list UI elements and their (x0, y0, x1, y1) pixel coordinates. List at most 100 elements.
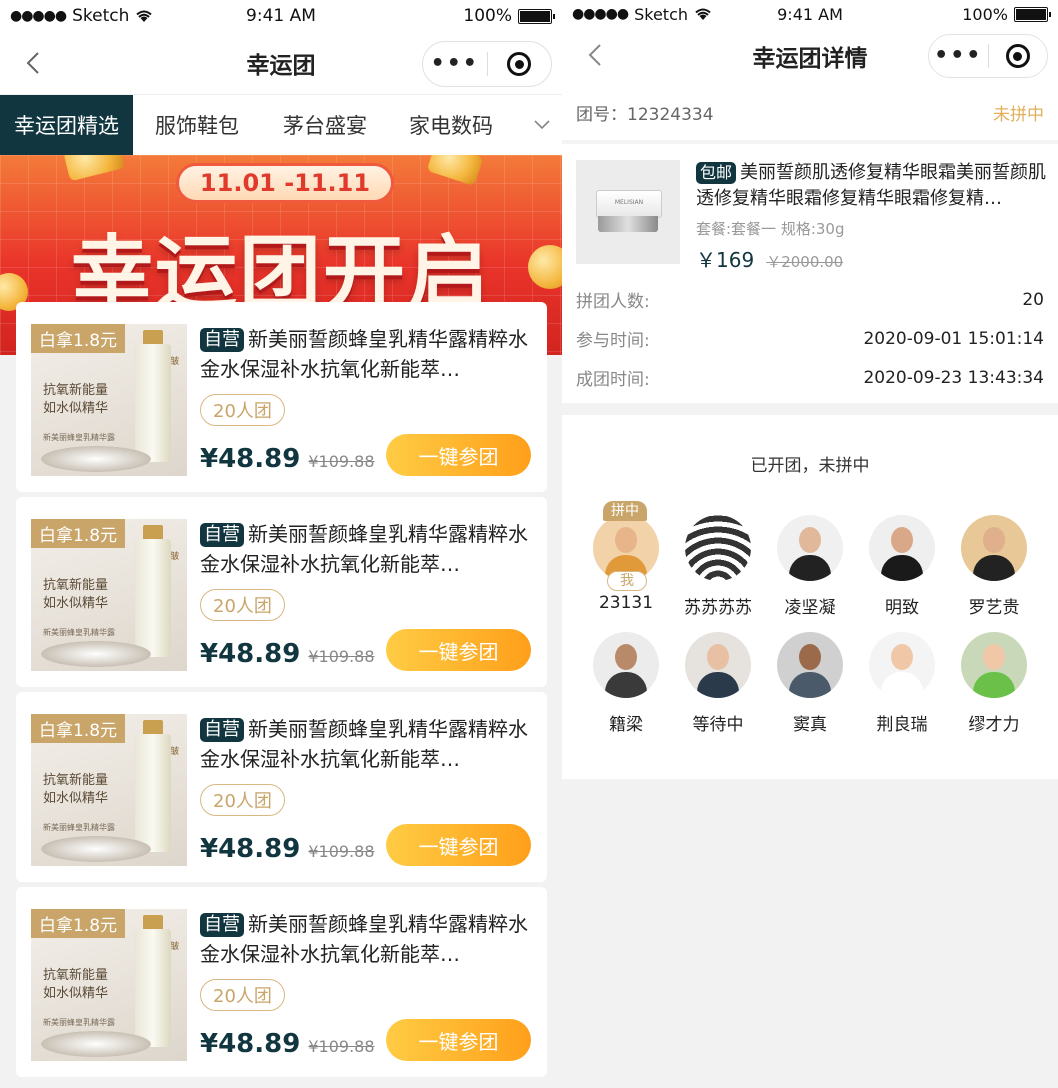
avatar-body (973, 555, 1015, 581)
original-price: ¥109.88 (308, 452, 375, 471)
splash (41, 446, 151, 472)
product-card[interactable]: 白拿1.8元 专业抗皱 抗氧新能量如水似精华 新美丽蜂皇乳精华露 自营新美丽誓颜… (16, 302, 547, 492)
original-price: ￥2000.00 (766, 253, 844, 271)
product-list: 白拿1.8元 专业抗皱 抗氧新能量如水似精华 新美丽蜂皇乳精华露 自营新美丽誓颜… (16, 302, 547, 1082)
group-status: 未拼中 (993, 104, 1044, 125)
member-item[interactable]: 凌坚凝 (764, 515, 856, 618)
free-shipping-tag: 包邮 (696, 162, 737, 184)
group-size-pill: 20人团 (200, 784, 285, 816)
more-icon[interactable]: ••• (423, 53, 487, 75)
join-group-button[interactable]: 一键参团 (386, 1019, 531, 1061)
current-price: ¥48.89 (200, 444, 301, 474)
product-title[interactable]: 自营 新美丽誓颜蜂皇乳精华露精粹水金水保湿补水抗氧化新能萃… (200, 909, 530, 969)
avatar[interactable] (777, 515, 843, 581)
product-card[interactable]: 白拿1.8元 专业抗皱 抗氧新能量如水似精华 新美丽蜂皇乳精华露 自营新美丽誓颜… (16, 497, 547, 687)
right-screen: ●●●●● Sketch 9:41 AM 100% 幸运团详情 ••• 团号：1… (562, 0, 1058, 1088)
product-card[interactable]: 白拿1.8元 专业抗皱 抗氧新能量如水似精华 新美丽蜂皇乳精华露 自营新美丽誓颜… (16, 692, 547, 882)
clock: 9:41 AM (777, 4, 843, 24)
avatar-container: 拼中我 (593, 501, 659, 591)
join-group-button[interactable]: 一键参团 (386, 824, 531, 866)
battery-icon (518, 8, 555, 24)
avatar[interactable] (961, 515, 1027, 581)
member-name: 窦真 (793, 715, 827, 735)
winner-tag: 拼中 (603, 501, 647, 521)
price-block: ¥48.89 ¥109.88 (200, 639, 375, 669)
avatar-body (789, 672, 831, 698)
close-program-icon[interactable] (488, 52, 552, 76)
avatar[interactable] (777, 632, 843, 698)
avatar-body (697, 672, 739, 698)
more-icon[interactable]: ••• (929, 45, 988, 67)
avatar[interactable] (685, 632, 751, 698)
avatar-head (799, 527, 821, 553)
member-item[interactable]: 荆良瑞 (856, 632, 948, 735)
member-item[interactable]: 罗艺贵 (948, 515, 1040, 618)
avatar-container (685, 632, 751, 698)
bottle (135, 539, 171, 657)
avatar-body (789, 555, 831, 581)
member-name: 籍梁 (609, 715, 643, 735)
avatar-head (891, 527, 913, 553)
detail-row: 成团时间: 2020-09-23 13:43:34 (562, 358, 1058, 397)
avatar[interactable] (961, 632, 1027, 698)
avatar-head (707, 644, 729, 670)
clock: 9:41 AM (246, 6, 316, 26)
detail-label: 拼团人数: (576, 292, 650, 312)
avatar[interactable] (869, 632, 935, 698)
status-bar: ●●●●● Sketch 9:41 AM 100% (0, 0, 562, 32)
product-title[interactable]: 自营 新美丽誓颜蜂皇乳精华露精粹水金水保湿补水抗氧化新能萃… (200, 714, 530, 774)
tab-moutai[interactable]: 茅台盛宴 (261, 95, 389, 155)
member-name: 罗艺贵 (968, 598, 1020, 618)
member-item[interactable]: 苏苏苏苏 (672, 515, 764, 618)
product-image: 白拿1.8元 专业抗皱 抗氧新能量如水似精华 新美丽蜂皇乳精华露 (31, 324, 187, 476)
avatar-container (593, 632, 659, 698)
nav-bar: 幸运团详情 ••• (562, 28, 1058, 84)
self-operated-tag: 自营 (200, 913, 244, 937)
self-operated-tag: 自营 (200, 718, 244, 742)
back-icon[interactable] (22, 50, 44, 76)
tab-electronics[interactable]: 家电数码 (389, 95, 513, 155)
close-program-icon[interactable] (989, 44, 1048, 68)
cashback-badge: 白拿1.8元 (31, 519, 126, 548)
product-summary[interactable]: MELISIAN 包邮 美丽誓颜肌透修复精华眼霜美丽誓颜肌透修复精华眼霜修复精华眼… (562, 140, 1058, 274)
image-text: 抗氧新能量 如水似精华 (43, 968, 109, 1001)
group-size-pill: 20人团 (200, 394, 285, 426)
member-item[interactable]: 籍梁 (580, 632, 672, 735)
status-bar: ●●●●● Sketch 9:41 AM 100% (562, 0, 1058, 28)
product-card[interactable]: 白拿1.8元 专业抗皱 抗氧新能量如水似精华 新美丽蜂皇乳精华露 自营新美丽誓颜… (16, 887, 547, 1077)
avatar[interactable] (685, 515, 751, 581)
group-number: 团号：12324334 (576, 104, 714, 125)
avatar-container (961, 515, 1027, 581)
member-item[interactable]: 等待中 (672, 632, 764, 735)
tab-lucky-picks[interactable]: 幸运团精选 (0, 95, 133, 155)
avatar-head (615, 527, 637, 553)
page-title: 幸运团 (246, 53, 316, 79)
group-info-row: 团号：12324334 未拼中 (562, 84, 1058, 140)
mini-program-capsule: ••• (928, 34, 1048, 78)
self-operated-tag: 自营 (200, 523, 244, 547)
member-item[interactable]: 窦真 (764, 632, 856, 735)
product-title[interactable]: 自营 新美丽誓颜蜂皇乳精华露精粹水金水保湿补水抗氧化新能萃… (200, 519, 530, 579)
signal-icon: ●●●●● (572, 6, 629, 22)
battery-icon (1014, 6, 1051, 22)
avatar-head (983, 527, 1005, 553)
members-panel: 已开团，未拼中 拼中我 23131 苏苏苏苏 凌坚凝 明致 罗艺贵 籍梁 等待中 窦真 荆良瑞 缪才… (562, 415, 1058, 779)
tab-clothing[interactable]: 服饰鞋包 (133, 95, 261, 155)
product-spec: 套餐:套餐一 规格:30g (696, 220, 845, 238)
avatar[interactable] (593, 632, 659, 698)
chevron-down-icon[interactable] (522, 120, 562, 130)
detail-label: 参与时间: (576, 331, 650, 351)
avatar-container (777, 632, 843, 698)
member-item[interactable]: 缪才力 (948, 632, 1040, 735)
product-image: 白拿1.8元 专业抗皱 抗氧新能量如水似精华 新美丽蜂皇乳精华露 (31, 519, 187, 671)
current-price: ¥48.89 (200, 639, 301, 669)
join-group-button[interactable]: 一键参团 (386, 629, 531, 671)
member-item[interactable]: 拼中我 23131 (580, 501, 672, 618)
back-icon[interactable] (584, 42, 606, 68)
avatar[interactable] (869, 515, 935, 581)
product-title[interactable]: 自营 新美丽誓颜蜂皇乳精华露精粹水金水保湿补水抗氧化新能萃… (200, 324, 530, 384)
avatar-head (799, 644, 821, 670)
product-image: 白拿1.8元 专业抗皱 抗氧新能量如水似精华 新美丽蜂皇乳精华露 (31, 714, 187, 866)
join-group-button[interactable]: 一键参团 (386, 434, 531, 476)
member-item[interactable]: 明致 (856, 515, 948, 618)
